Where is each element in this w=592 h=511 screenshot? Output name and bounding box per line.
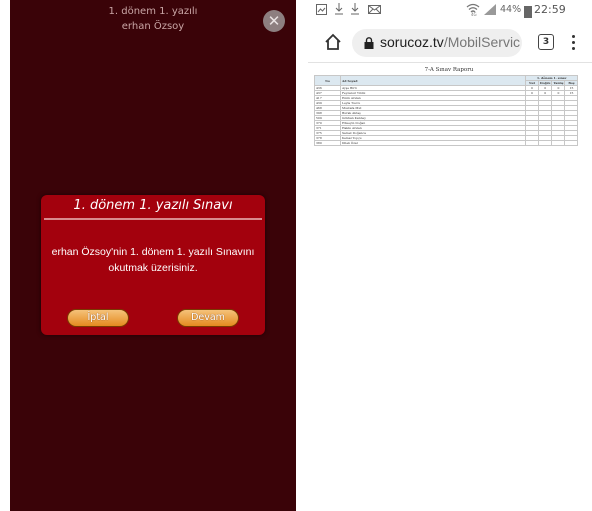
cancel-button[interactable]: İptal [67, 309, 129, 327]
overflow-menu-icon[interactable] [570, 33, 576, 53]
browser-screen: 4G 44% 22:59 sorucoz.tv/MobilServic 3 7-… [308, 0, 592, 511]
status-bar: 4G 44% 22:59 [308, 0, 592, 22]
cell-value [551, 140, 566, 146]
download-icon [351, 3, 359, 15]
cell-no: 380 [314, 140, 341, 146]
report-title: 7-A Sınav Raporu [424, 67, 474, 73]
cell-value [537, 140, 553, 146]
download-icon [335, 3, 343, 15]
header-title: 1. dönem 1. yazılı erhan Özsoy [10, 4, 296, 34]
tab-switcher-button[interactable]: 3 [538, 34, 554, 50]
address-bar[interactable]: sorucoz.tv/MobilServic [352, 29, 522, 57]
url-domain: sorucoz.tv [380, 34, 444, 50]
screenshot-icon [316, 4, 327, 15]
col-header-name: Ad Soyad [340, 75, 526, 86]
app-screen: 1. dönem 1. yazılı erhan Özsoy ✕ 1. döne… [10, 0, 296, 511]
url-text: sorucoz.tv/MobilServic [380, 34, 520, 50]
cell-name: Dilek Özal [340, 140, 526, 146]
report-table: No Ad Soyad 1. dönem 1. sınav Net Doğru … [314, 75, 579, 146]
dialog-message: erhan Özsoy'nin 1. dönem 1. yazılı Sınav… [37, 244, 269, 276]
mail-icon [368, 5, 381, 14]
col-header-wrong: Yanlış [551, 80, 566, 86]
signal-icon [484, 4, 496, 15]
confirm-dialog: 1. dönem 1. yazılı Sınavı erhan Özsoy'ni… [41, 195, 265, 335]
home-icon[interactable] [324, 33, 342, 51]
cell-value [564, 140, 579, 146]
battery-icon [524, 6, 532, 18]
battery-percent: 44% [500, 4, 522, 15]
lock-icon [364, 37, 374, 49]
dialog-divider [44, 218, 262, 220]
svg-text:4G: 4G [471, 12, 477, 16]
dialog-title: 1. dönem 1. yazılı Sınavı [73, 198, 233, 213]
browser-toolbar: sorucoz.tv/MobilServic 3 [308, 24, 592, 62]
col-header-no: No [314, 75, 341, 86]
url-path: /MobilServic [443, 34, 520, 50]
report-page: 7-A Sınav Raporu No Ad Soyad 1. dönem 1.… [314, 66, 592, 146]
dialog-message-line1: erhan Özsoy'nin 1. dönem 1. yazılı Sınav… [51, 246, 255, 258]
col-header-correct: Doğru [537, 80, 553, 86]
dialog-message-line2: okutmak üzerisiniz. [108, 262, 198, 274]
header-title-line1: 1. dönem 1. yazılı [108, 6, 198, 17]
toolbar-divider [308, 62, 592, 63]
close-icon[interactable]: ✕ [263, 10, 285, 32]
continue-button[interactable]: Devam [177, 309, 239, 327]
clock: 22:59 [534, 3, 566, 16]
header-title-line2: erhan Özsoy [121, 21, 185, 32]
report-rows: 436 Ayşe Birli 0 0 0 15 437 Feyzanur Yildiz 0 0 0 1… [314, 85, 579, 146]
table-row: 380 Dilek Özal [314, 140, 579, 146]
cell-value [525, 140, 539, 146]
wifi-icon: 4G [466, 3, 480, 16]
